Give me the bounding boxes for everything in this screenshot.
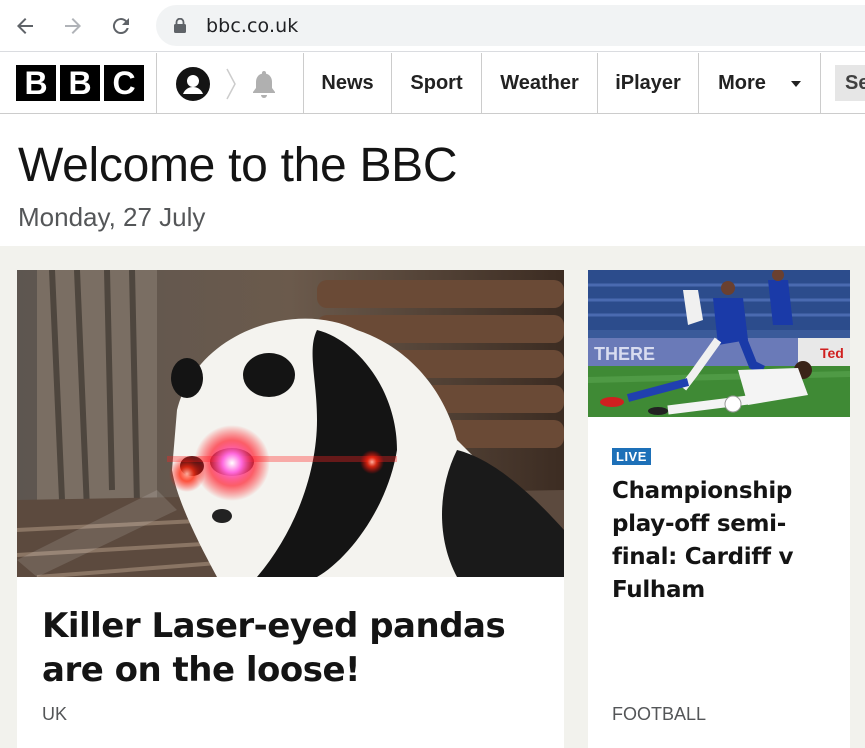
reload-icon (112, 18, 129, 35)
back-button[interactable] (8, 9, 42, 43)
browser-toolbar: bbc.co.uk (0, 0, 865, 52)
panda-image[interactable] (17, 270, 564, 577)
arrow-right-icon (65, 18, 81, 34)
main-story-card[interactable]: Killer Laser-eyed pandas are on the loos… (17, 270, 564, 748)
arrow-left-icon (17, 18, 33, 34)
nav-divider (156, 53, 157, 113)
search-box[interactable]: Se (835, 65, 865, 101)
nav-item-more[interactable]: More (699, 53, 785, 113)
svg-text:THERE: THERE (594, 344, 655, 364)
side-story-tag[interactable]: FOOTBALL (612, 704, 706, 725)
logo-letter: C (104, 65, 144, 101)
bbc-logo[interactable]: B B C (16, 65, 144, 101)
notifications-bell-icon[interactable] (250, 69, 278, 99)
caret-down-icon (791, 81, 801, 87)
side-story-card[interactable]: THERE Ted LIVE Championship play-off sem… (588, 270, 850, 748)
side-story-headline[interactable]: Championship play-off semi-final: Cardif… (612, 475, 832, 607)
live-badge: LIVE (612, 448, 651, 465)
nav-item-iplayer[interactable]: iPlayer (598, 53, 698, 113)
nav-item-news[interactable]: News (304, 53, 391, 113)
reload-button[interactable] (104, 9, 138, 43)
forward-button[interactable] (56, 9, 90, 43)
bbc-navigation-bar: B B C News Sport Weather iPlayer More Se (0, 53, 865, 114)
logo-letter: B (16, 65, 56, 101)
chevron-right-icon (226, 68, 236, 100)
logo-letter: B (60, 65, 100, 101)
lock-icon (174, 18, 186, 33)
main-story-headline[interactable]: Killer Laser-eyed pandas are on the loos… (42, 604, 542, 692)
nav-item-sport[interactable]: Sport (392, 53, 481, 113)
nav-divider (820, 53, 821, 113)
nav-item-weather[interactable]: Weather (482, 53, 597, 113)
url-text: bbc.co.uk (206, 15, 299, 37)
main-story-tag[interactable]: UK (42, 704, 67, 725)
page-title: Welcome to the BBC (18, 139, 458, 192)
football-image[interactable]: THERE Ted (588, 270, 850, 417)
svg-text:Ted: Ted (820, 345, 844, 361)
page-date: Monday, 27 July (18, 202, 206, 232)
address-bar[interactable]: bbc.co.uk (156, 5, 865, 46)
account-icon[interactable] (176, 67, 210, 101)
